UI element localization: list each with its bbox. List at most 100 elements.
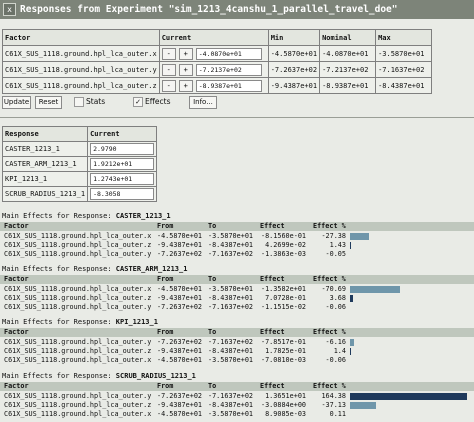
col-header-effect: Effect — [260, 275, 285, 283]
effect-factor: C61X_SUS_1118.ground.hpl_lca_outer.y — [4, 338, 152, 346]
main-effects-title-prefix: Main Effects for Response: — [2, 212, 116, 220]
effect-effect-pct: -27.38 — [321, 232, 346, 240]
factor-current-input[interactable]: -8.9387e+01 — [195, 79, 262, 92]
col-header-max: Max — [375, 29, 433, 46]
col-header-min: Min — [267, 29, 321, 46]
decrement-button[interactable]: - — [161, 79, 176, 92]
factor-current-input[interactable]: -4.0870e+01 — [195, 47, 262, 60]
col-header-response: Response — [1, 126, 89, 142]
factor-name: C61X_SUS_1118.ground.hpl_lca_outer.x — [2, 45, 160, 62]
effect-to: -3.5870e+01 — [208, 285, 254, 293]
factor-max: -8.4387e+01 — [375, 77, 433, 94]
effect-bar — [350, 242, 351, 249]
response-current-field[interactable]: 1.2743e+01 — [90, 173, 155, 185]
effect-row: C61X_SUS_1118.ground.hpl_lca_outer.x -4.5… — [0, 285, 474, 294]
effect-factor: C61X_SUS_1118.ground.hpl_lca_outer.y — [4, 250, 152, 258]
col-header-effect-pct: Effect % — [313, 222, 346, 230]
effect-bar — [350, 393, 467, 400]
factor-current-input[interactable]: -7.2137e+02 — [195, 63, 262, 76]
effect-to: -8.4387e+01 — [208, 241, 254, 249]
decrement-button[interactable]: - — [161, 47, 176, 60]
effect-row: C61X_SUS_1118.ground.hpl_lca_outer.x -4.5… — [0, 356, 474, 365]
factor-max: -3.5870e+01 — [375, 45, 433, 62]
effect-factor: C61X_SUS_1118.ground.hpl_lca_outer.x — [4, 232, 152, 240]
effect-row: C61X_SUS_1118.ground.hpl_lca_outer.y -7.2… — [0, 303, 474, 312]
factor-min: -4.5870e+01 — [267, 45, 321, 62]
effect-row: C61X_SUS_1118.ground.hpl_lca_outer.z -9.4… — [0, 294, 474, 303]
col-header-factor: Factor — [4, 328, 29, 336]
effect-to: -3.5870e+01 — [208, 356, 254, 364]
col-header-factor: Factor — [4, 382, 29, 390]
factor-current-cell: - + -7.2137e+02 — [158, 61, 269, 78]
effect-effect: -1.3863e-03 — [260, 250, 306, 258]
main-effects-title: Main Effects for Response: CASTER_1213_1 — [2, 212, 171, 220]
effect-effect-pct: 0.11 — [329, 410, 346, 418]
effect-effect-pct: -37.13 — [321, 401, 346, 409]
effect-effect-pct: 164.38 — [321, 392, 346, 400]
effect-effect-pct: 1.4 — [333, 347, 346, 355]
factor-min: -7.2637e+02 — [267, 61, 321, 78]
response-current-field[interactable]: 2.9790 — [90, 143, 155, 155]
info-button[interactable]: Info... — [189, 96, 217, 109]
factor-row: C61X_SUS_1118.ground.hpl_lca_outer.x - + -… — [2, 45, 433, 62]
effect-from: -4.5870e+01 — [157, 356, 203, 364]
col-header-effect-pct: Effect % — [313, 328, 346, 336]
update-button[interactable]: Update — [2, 96, 31, 109]
effect-effect-pct: 1.43 — [329, 241, 346, 249]
effects-checkbox[interactable]: ✓ — [133, 97, 143, 107]
effect-row: C61X_SUS_1118.ground.hpl_lca_outer.y -7.2… — [0, 250, 474, 259]
response-name: KPI_1213_1 — [1, 171, 89, 187]
decrement-button[interactable]: - — [161, 63, 176, 76]
effect-bar — [350, 339, 355, 346]
effect-effect-pct: -0.06 — [325, 303, 346, 311]
main-effects-title: Main Effects for Response: SCRUB_RADIUS_… — [2, 372, 196, 380]
increment-button[interactable]: + — [178, 63, 193, 76]
effect-from: -9.4387e+01 — [157, 294, 203, 302]
effect-effect: 4.2699e-02 — [265, 241, 306, 249]
effect-bar — [350, 348, 351, 355]
effect-factor: C61X_SUS_1118.ground.hpl_lca_outer.x — [4, 410, 152, 418]
response-table: Response Current CASTER_1213_1 2.9790 CA… — [1, 126, 158, 202]
col-header-to: To — [208, 328, 217, 336]
factor-min: -9.4387e+01 — [267, 77, 321, 94]
effect-to: -3.5870e+01 — [208, 410, 254, 418]
effect-to: -7.1637e+02 — [208, 250, 254, 258]
effect-to: -7.1637e+02 — [208, 303, 254, 311]
factor-table-header: Factor Current Min Nominal Max — [2, 29, 433, 46]
response-current-cell: 2.9790 — [87, 141, 158, 157]
response-name: CASTER_ARM_1213_1 — [1, 156, 89, 172]
response-current-field[interactable]: -8.3058 — [90, 188, 155, 200]
main-effects-block: Main Effects for Response: CASTER_ARM_12… — [0, 265, 474, 313]
effect-row: C61X_SUS_1118.ground.hpl_lca_outer.x -4.5… — [0, 232, 474, 241]
main-effects-response-name: CASTER_1213_1 — [115, 212, 171, 220]
col-header-from: From — [157, 275, 174, 283]
divider — [0, 117, 474, 118]
effects-label: Effects — [145, 97, 171, 106]
main-effects-title-prefix: Main Effects for Response: — [2, 318, 116, 326]
factor-nominal: -4.0870e+01 — [319, 45, 377, 62]
effect-effect: 1.7825e-01 — [265, 347, 306, 355]
effect-row: C61X_SUS_1118.ground.hpl_lca_outer.z -9.4… — [0, 401, 474, 410]
close-icon[interactable]: x — [3, 3, 16, 16]
increment-button[interactable]: + — [178, 47, 193, 60]
effect-from: -4.5870e+01 — [157, 285, 203, 293]
reset-button[interactable]: Reset — [35, 96, 62, 109]
stats-checkbox[interactable] — [74, 97, 84, 107]
main-effects-response-name: CASTER_ARM_1213_1 — [115, 265, 188, 273]
window-title-bar: x Responses from Experiment "sim_1213_4c… — [0, 0, 474, 19]
col-header-to: To — [208, 275, 217, 283]
effect-effect: -3.0884e+00 — [260, 401, 306, 409]
main-effects-title-prefix: Main Effects for Response: — [2, 372, 116, 380]
effect-effect: -8.1560e-01 — [260, 232, 306, 240]
main-effects-block: Main Effects for Response: KPI_1213_1 Fac… — [0, 318, 474, 366]
increment-button[interactable]: + — [178, 79, 193, 92]
effect-row: C61X_SUS_1118.ground.hpl_lca_outer.z -9.4… — [0, 241, 474, 250]
effect-bar — [350, 286, 401, 293]
effect-factor: C61X_SUS_1118.ground.hpl_lca_outer.x — [4, 285, 152, 293]
main-effects-response-name: KPI_1213_1 — [115, 318, 158, 326]
col-header-from: From — [157, 222, 174, 230]
effect-from: -9.4387e+01 — [157, 241, 203, 249]
response-current-field[interactable]: 1.9212e+01 — [90, 158, 155, 170]
effect-factor: C61X_SUS_1118.ground.hpl_lca_outer.y — [4, 392, 152, 400]
effect-row: C61X_SUS_1118.ground.hpl_lca_outer.y -7.2… — [0, 392, 474, 401]
